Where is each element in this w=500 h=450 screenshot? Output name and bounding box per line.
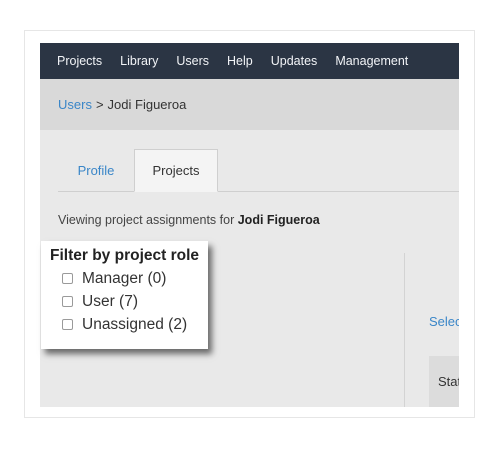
nav-library[interactable]: Library — [120, 54, 158, 68]
top-navbar: Projects Library Users Help Updates Mana… — [40, 43, 459, 79]
filter-title: Filter by project role — [50, 247, 200, 264]
nav-help[interactable]: Help — [227, 54, 253, 68]
nav-management[interactable]: Management — [335, 54, 408, 68]
filter-option-label: Unassigned (2) — [82, 315, 188, 333]
panel-divider — [404, 253, 405, 407]
select-link[interactable]: Selec — [429, 314, 459, 329]
tab-projects[interactable]: Projects — [134, 149, 218, 192]
tab-profile[interactable]: Profile — [58, 149, 134, 192]
breadcrumb-separator: > — [95, 97, 104, 112]
viewing-assignments-text: Viewing project assignments for Jodi Fig… — [58, 213, 320, 227]
status-header-label: Stat — [438, 374, 459, 389]
tab-projects-label: Projects — [152, 163, 200, 178]
manager-checkbox[interactable] — [62, 273, 73, 284]
status-column-header[interactable]: Stat — [429, 356, 459, 407]
filter-option-label: Manager (0) — [82, 269, 167, 287]
unassigned-checkbox[interactable] — [62, 319, 73, 330]
nav-users[interactable]: Users — [176, 54, 209, 68]
filter-by-role-popup: Filter by project role Manager (0) User … — [41, 241, 208, 349]
filter-option-manager[interactable]: Manager (0) — [62, 267, 208, 290]
filter-option-unassigned[interactable]: Unassigned (2) — [62, 313, 208, 336]
breadcrumb: Users > Jodi Figueroa — [40, 79, 459, 130]
user-checkbox[interactable] — [62, 296, 73, 307]
filter-option-label: User (7) — [82, 292, 138, 310]
filter-option-user[interactable]: User (7) — [62, 290, 208, 313]
viewing-user-name: Jodi Figueroa — [237, 213, 320, 227]
tab-profile-label: Profile — [77, 163, 115, 178]
breadcrumb-users-link[interactable]: Users — [58, 97, 92, 112]
nav-updates[interactable]: Updates — [271, 54, 318, 68]
breadcrumb-current: Jodi Figueroa — [107, 97, 187, 112]
nav-projects[interactable]: Projects — [57, 54, 102, 68]
viewing-prefix: Viewing project assignments for — [58, 213, 235, 227]
app-viewport: Projects Library Users Help Updates Mana… — [40, 43, 459, 407]
